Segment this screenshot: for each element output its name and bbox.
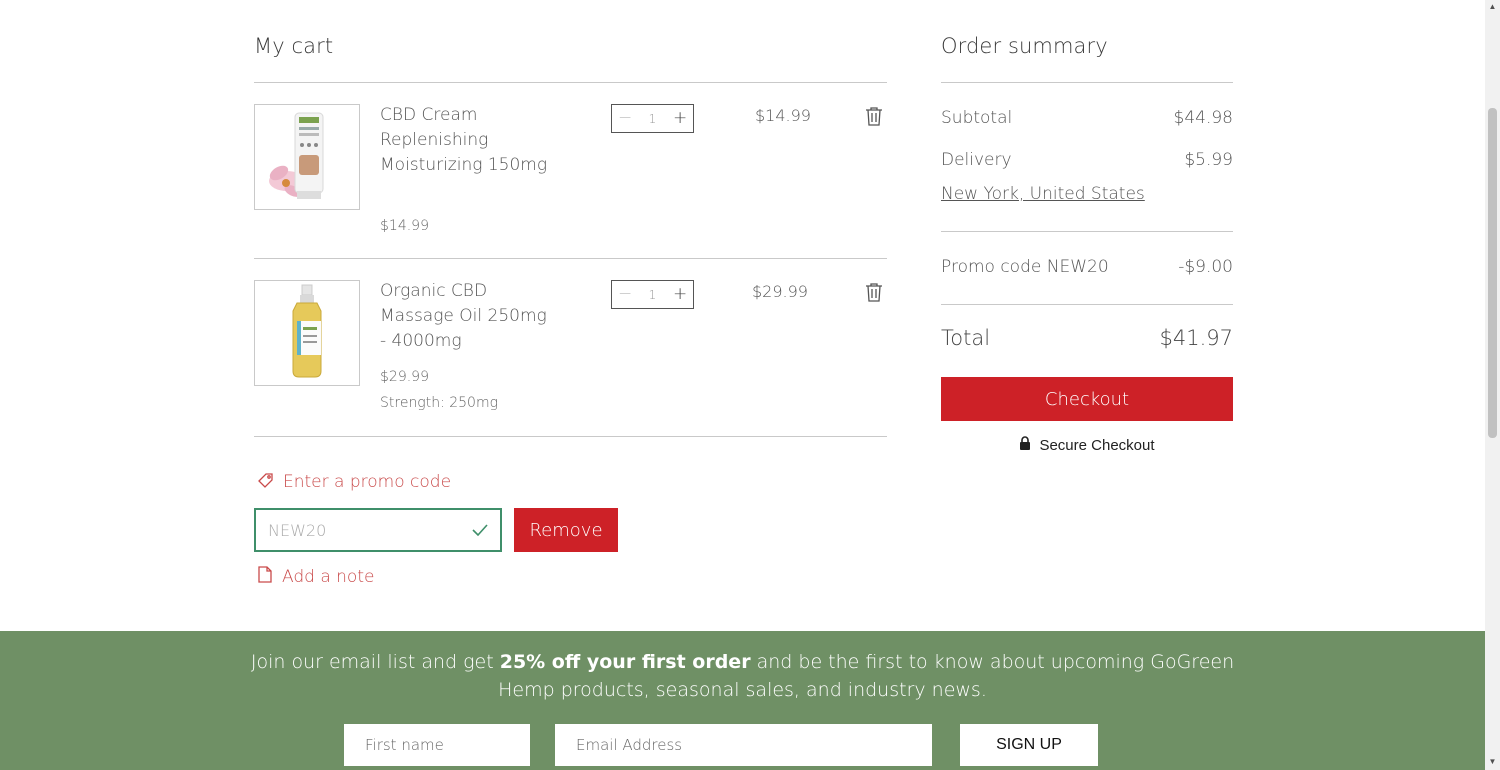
quantity-stepper[interactable]: − 1 + — [611, 280, 694, 309]
newsletter-text: Join our email list and get 25% off your… — [240, 648, 1245, 704]
promo-code-value[interactable]: NEW20 — [268, 521, 326, 540]
summary-divider — [941, 231, 1233, 232]
summary-divider — [941, 304, 1233, 305]
checkout-button[interactable]: Checkout — [941, 377, 1233, 421]
order-summary-title: Order summary — [941, 34, 1108, 58]
add-note-label[interactable]: Add a note — [282, 567, 374, 587]
delivery-value: $5.99 — [1184, 150, 1233, 170]
quantity-stepper[interactable]: − 1 + — [611, 104, 694, 133]
trash-icon[interactable] — [865, 106, 883, 126]
cart-item-line-total: $14.99 — [755, 106, 811, 125]
scroll-down-arrow-icon[interactable]: ▼ — [1488, 757, 1497, 766]
cart-divider-bottom — [254, 436, 887, 437]
total-value: $41.97 — [1159, 326, 1233, 350]
cart-item-line-total: $29.99 — [752, 282, 808, 301]
email-input[interactable]: Email Address — [555, 724, 932, 766]
newsletter-text-lead: Join our email list and get — [250, 651, 500, 673]
promo-summary-label: Promo code NEW20 — [941, 257, 1109, 277]
promo-code-link[interactable]: Enter a promo code — [258, 472, 451, 492]
scrollbar-thumb[interactable] — [1488, 108, 1497, 438]
note-icon — [258, 566, 272, 587]
cart-item-name[interactable]: Organic CBD Massage Oil 250mg - 4000mg — [380, 279, 555, 354]
secure-checkout: Secure Checkout — [941, 436, 1233, 454]
cart-item-name[interactable]: CBD Cream Replenishing Moisturizing 150m… — [380, 103, 555, 178]
decrease-quantity-button[interactable]: − — [618, 286, 632, 303]
product-image-cbd-cream[interactable] — [254, 104, 360, 210]
subtotal-value: $44.98 — [1173, 108, 1233, 128]
add-note-link[interactable]: Add a note — [258, 566, 374, 587]
secure-checkout-label: Secure Checkout — [1039, 436, 1155, 454]
sign-up-button[interactable]: SIGN UP — [960, 724, 1098, 766]
subtotal-label: Subtotal — [941, 108, 1013, 128]
newsletter-offer: 25% off your first order — [499, 651, 751, 673]
cart-item-option: Strength: 250mg — [380, 395, 499, 411]
remove-promo-button[interactable]: Remove — [514, 508, 618, 552]
quantity-value[interactable]: 1 — [649, 112, 657, 126]
cart-item-unit-price: $14.99 — [380, 218, 429, 234]
total-label: Total — [941, 326, 991, 350]
check-icon — [472, 521, 488, 540]
cart-title: My cart — [254, 34, 334, 58]
promo-code-link-label[interactable]: Enter a promo code — [283, 472, 451, 492]
quantity-value[interactable]: 1 — [649, 288, 657, 302]
product-image-massage-oil[interactable] — [254, 280, 360, 386]
scroll-up-arrow-icon[interactable]: ▲ — [1488, 2, 1497, 11]
lock-icon — [1019, 436, 1031, 454]
promo-summary-value: -$9.00 — [1178, 257, 1233, 277]
cart-item-unit-price: $29.99 — [380, 369, 429, 385]
delivery-label: Delivery — [941, 150, 1012, 170]
tag-icon — [258, 472, 274, 492]
cart-divider-top — [254, 82, 887, 83]
delivery-location-link[interactable]: New York, United States — [941, 184, 1145, 204]
first-name-input[interactable]: First name — [344, 724, 530, 766]
increase-quantity-button[interactable]: + — [673, 286, 687, 303]
cart-divider — [254, 258, 887, 259]
trash-icon[interactable] — [865, 282, 883, 302]
increase-quantity-button[interactable]: + — [673, 110, 687, 127]
promo-code-input[interactable]: NEW20 — [254, 508, 502, 552]
summary-divider-top — [941, 82, 1233, 83]
decrease-quantity-button[interactable]: − — [618, 110, 632, 127]
